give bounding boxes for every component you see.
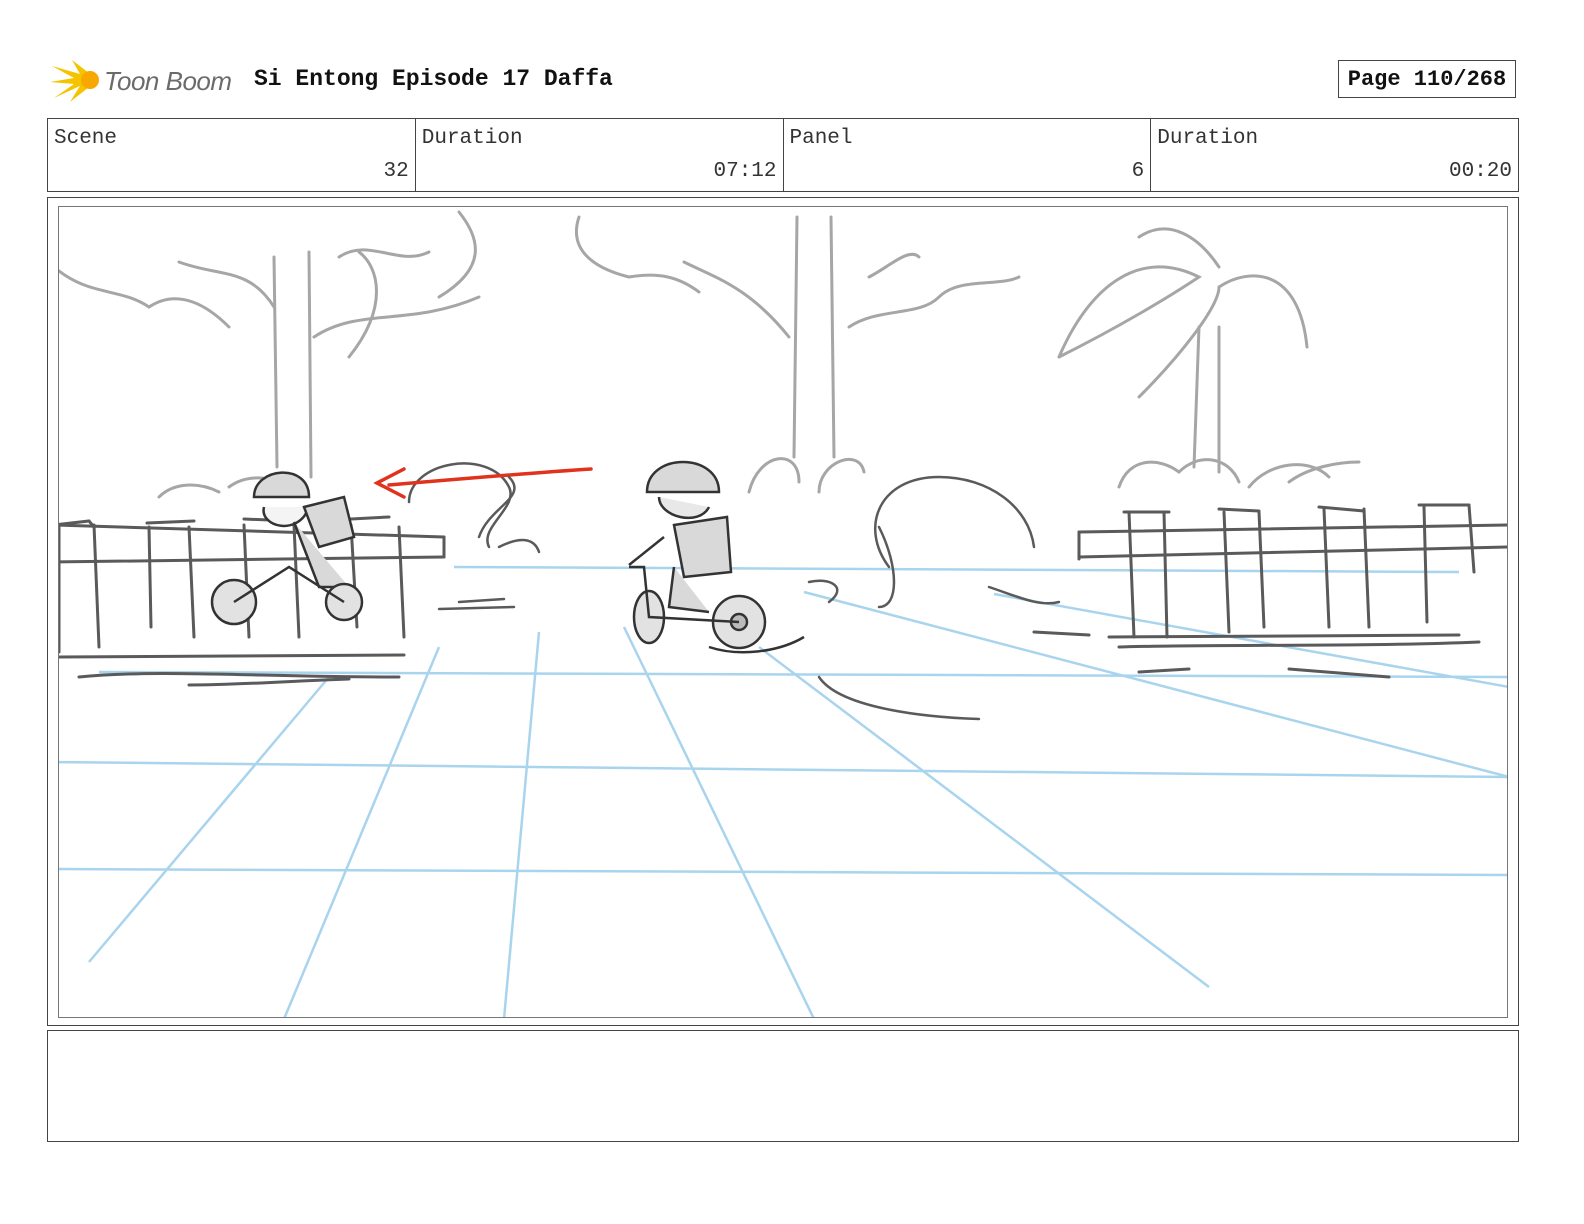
sketch-canvas xyxy=(59,210,1507,1017)
document-title: Si Entong Episode 17 Daffa xyxy=(254,66,613,92)
scene-label: Scene xyxy=(54,127,118,150)
dust-trail xyxy=(437,475,541,611)
panel-value: 6 xyxy=(1131,160,1145,183)
scene-duration-value: 07:12 xyxy=(713,160,777,183)
right-fence xyxy=(1032,503,1507,679)
panel-notes-box xyxy=(47,1030,1519,1142)
scene-cell: Scene 32 xyxy=(48,119,416,191)
left-cyclist xyxy=(210,471,364,626)
panel-cell: Panel 6 xyxy=(784,119,1152,191)
toon-boom-star-icon xyxy=(50,60,99,102)
scene-info-row: Scene 32 Duration 07:12 Panel 6 Duration… xyxy=(47,118,1519,192)
scene-value: 32 xyxy=(383,160,409,183)
storyboard-panel-frame xyxy=(47,197,1519,1026)
background-trees xyxy=(59,210,1361,499)
panel-label: Panel xyxy=(789,127,853,150)
center-cyclist xyxy=(628,460,805,654)
scene-duration-label: Duration xyxy=(421,127,523,150)
toon-boom-logo: Toon Boom xyxy=(50,54,240,106)
storyboard-drawing xyxy=(58,206,1508,1018)
page-indicator: Page 110/268 xyxy=(1338,60,1516,98)
motion-arrow-icon xyxy=(373,467,593,499)
panel-duration-label: Duration xyxy=(1157,127,1259,150)
panel-duration-value: 00:20 xyxy=(1448,160,1512,183)
logo-text: Toon Boom xyxy=(104,66,232,96)
scene-duration-cell: Duration 07:12 xyxy=(416,119,784,191)
panel-duration-cell: Duration 00:20 xyxy=(1151,119,1518,191)
